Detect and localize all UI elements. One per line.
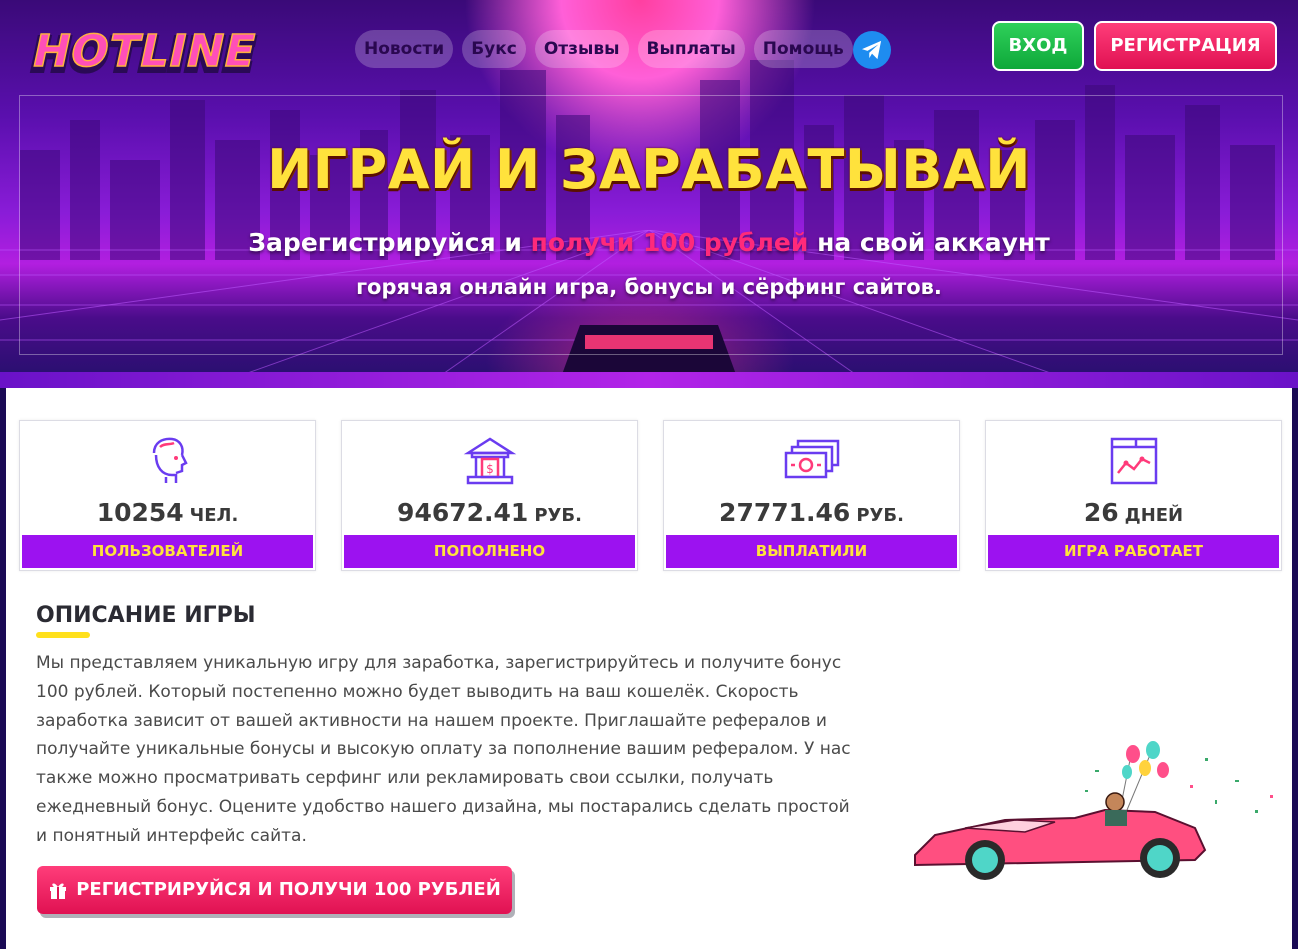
stat-card-deposited: $ 94672.41 РУБ. ПОПОЛНЕНО <box>341 420 638 571</box>
balloons <box>1119 741 1169 811</box>
stat-card-uptime: 26 ДНЕЙ ИГРА РАБОТАЕТ <box>985 420 1282 571</box>
stat-unit: ЧЕЛ. <box>189 505 239 526</box>
stat-value-wrap: 94672.41 РУБ. <box>342 498 637 527</box>
register-cta-button[interactable]: РЕГИСТРИРУЙСЯ И ПОЛУЧИ 100 РУБЛЕЙ <box>37 866 512 914</box>
stat-value: 27771.46 <box>719 498 851 527</box>
hero-bottom-strip <box>0 372 1298 388</box>
svg-text:HOTLINE: HOTLINE <box>28 26 261 76</box>
hero-title: ИГРАЙ И ЗАРАБАТЫВАЙ <box>267 138 1031 201</box>
chart-window-icon <box>1110 437 1157 485</box>
user-head-icon <box>152 437 188 483</box>
hotline-logo[interactable]: HOTLINE HOTLINE <box>18 20 270 82</box>
stat-value: 26 <box>1083 498 1119 527</box>
pink-car-illustration <box>914 741 1273 880</box>
telegram-button[interactable] <box>853 31 891 69</box>
hero-subtitle-highlight: получи 100 рублей <box>530 228 809 257</box>
stat-value-wrap: 27771.46 РУБ. <box>664 498 959 527</box>
svg-text:$: $ <box>486 462 494 476</box>
nav-item-help[interactable]: Помощь <box>753 30 853 68</box>
stat-value: 94672.41 <box>397 498 529 527</box>
hero-frame <box>19 95 1283 355</box>
cta-label: РЕГИСТРИРУЙСЯ И ПОЛУЧИ 100 РУБЛЕЙ <box>76 879 501 900</box>
stat-unit: РУБ. <box>856 505 904 526</box>
description-title: ОПИСАНИЕ ИГРЫ <box>36 603 256 628</box>
nav-item-news[interactable]: Новости <box>355 30 454 68</box>
stat-unit: РУБ. <box>534 505 582 526</box>
stat-label: ПОПОЛНЕНО <box>344 535 635 568</box>
nav-item-payouts[interactable]: Выплаты <box>637 30 745 68</box>
nav-item-reviews[interactable]: Отзывы <box>534 30 629 68</box>
nav-item-bux[interactable]: Букс <box>462 30 526 68</box>
stat-card-paid: 27771.46 РУБ. ВЫПЛАТИЛИ <box>663 420 960 571</box>
stat-label: ПОЛЬЗОВАТЕЛЕЙ <box>22 535 313 568</box>
stat-value-wrap: 26 ДНЕЙ <box>986 498 1281 527</box>
hero-subtitle: Зарегистрируйся и получи 100 рублей на с… <box>0 228 1298 257</box>
telegram-icon <box>862 40 882 60</box>
stat-label: ВЫПЛАТИЛИ <box>666 535 957 568</box>
stat-unit: ДНЕЙ <box>1124 505 1184 526</box>
stat-label: ИГРА РАБОТАЕТ <box>988 535 1279 568</box>
banknotes-icon <box>784 439 839 479</box>
stat-value-wrap: 10254 ЧЕЛ. <box>20 498 315 527</box>
hero-tagline: горячая онлайн игра, бонусы и сёрфинг са… <box>356 275 942 299</box>
description-text: Мы представляем уникальную игру для зара… <box>36 653 851 846</box>
bank-icon: $ <box>463 437 516 485</box>
hero-subtitle-prefix: Зарегистрируйся и <box>248 228 531 257</box>
stat-card-users: 10254 ЧЕЛ. ПОЛЬЗОВАТЕЛЕЙ <box>19 420 316 571</box>
login-button[interactable]: ВХОД <box>992 21 1084 71</box>
stat-value: 10254 <box>96 498 184 527</box>
register-button[interactable]: РЕГИСТРАЦИЯ <box>1094 21 1277 71</box>
hero-subtitle-suffix: на свой аккаунт <box>808 228 1050 257</box>
title-underline <box>36 632 90 638</box>
gift-icon <box>50 883 67 899</box>
main-nav: Новости Букс Отзывы Выплаты Помощь <box>355 30 853 68</box>
